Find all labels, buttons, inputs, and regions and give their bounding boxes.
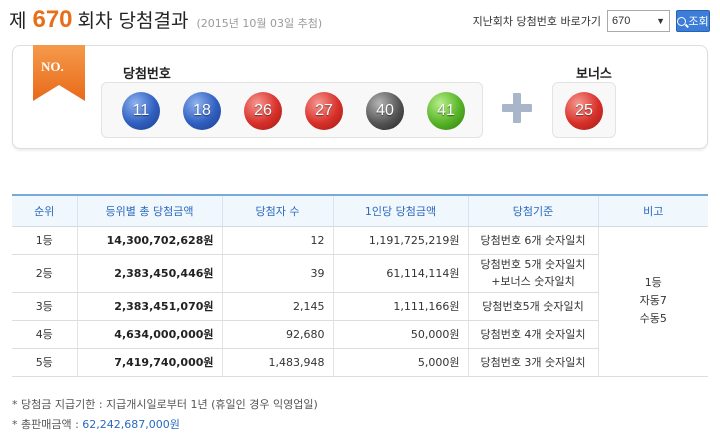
col-header-per-person: 1인당 당첨금액 [332, 194, 468, 227]
winning-numbers-label: 당첨번호 [123, 67, 171, 82]
plus-icon [502, 93, 532, 123]
winning-numbers: 11 18 26 27 40 41 [101, 82, 483, 138]
total-cell: 4,634,000,000원 [76, 320, 222, 349]
number-ball: 18 [183, 92, 221, 130]
criteria-line: +보너스 숫자일치 [491, 275, 575, 288]
table-row: 1등 14,300,702,628원 12 1,191,725,219원 당첨번… [12, 226, 708, 377]
rank-cell: 5등 [12, 348, 77, 377]
per-person-cell: 5,000원 [332, 348, 468, 377]
bonus-ball: 25 [565, 92, 603, 130]
note-cell: 1등 자동7 수동5 [597, 226, 708, 377]
total-sales-note: * 총판매금액 : 62,242,687,000원 [12, 416, 180, 432]
chevron-down-icon: ▼ [656, 16, 665, 26]
table-header-row: 순위 등위별 총 당첨금액 당첨자 수 1인당 당첨금액 당첨기준 비고 [12, 194, 708, 227]
search-button[interactable]: 조회 [676, 10, 710, 32]
round-jump: 지난회차 당첨번호 바로가기 670 ▼ 조회 [473, 10, 710, 32]
col-header-criteria: 당첨기준 [467, 194, 598, 227]
criteria-cell: 당첨번호5개 숫자일치 [467, 292, 598, 321]
col-header-winners: 당첨자 수 [221, 194, 333, 227]
note-line: 수동5 [639, 312, 667, 325]
rank-cell: 2등 [12, 254, 77, 293]
criteria-cell: 당첨번호 3개 숫자일치 [467, 348, 598, 377]
winners-cell: 12 [221, 226, 333, 255]
rank-cell: 3등 [12, 292, 77, 321]
payment-deadline-note: * 당첨금 지급기한 : 지급개시일로부터 1년 (휴일인 경우 익영업일) [12, 398, 318, 411]
criteria-cell: 당첨번호 4개 숫자일치 [467, 320, 598, 349]
draw-date: (2015년 10월 03일 추첨) [196, 17, 323, 30]
criteria-cell: 당첨번호 5개 숫자일치 +보너스 숫자일치 [467, 254, 598, 293]
criteria-line: 당첨번호 5개 숫자일치 [480, 258, 586, 271]
total-cell: 2,383,451,070원 [76, 292, 222, 321]
winners-cell: 1,483,948 [221, 348, 333, 377]
total-cell: 7,419,740,000원 [76, 348, 222, 377]
per-person-cell: 1,191,725,219원 [332, 226, 468, 255]
search-icon [677, 16, 687, 26]
rank-cell: 1등 [12, 226, 77, 255]
round-number: 670 [32, 6, 73, 33]
note-line: 자동7 [639, 294, 667, 307]
total-cell: 2,383,450,446원 [76, 254, 222, 293]
per-person-cell: 1,111,166원 [332, 292, 468, 321]
no-badge-text: NO. [41, 59, 64, 74]
winners-cell: 39 [221, 254, 333, 293]
total-sales-label: * 총판매금액 : [12, 418, 83, 431]
note-line: 1등 [644, 276, 662, 289]
page-header: 제 670 회차 당첨결과 (2015년 10월 03일 추첨) 지난회차 당첨… [0, 0, 720, 44]
search-button-label: 조회 [688, 15, 709, 28]
col-header-rank: 순위 [12, 194, 77, 227]
rank-cell: 4등 [12, 320, 77, 349]
criteria-cell: 당첨번호 6개 숫자일치 [467, 226, 598, 255]
number-ball: 41 [427, 92, 465, 130]
col-header-note: 비고 [597, 194, 708, 227]
number-ball: 40 [366, 92, 404, 130]
per-person-cell: 50,000원 [332, 320, 468, 349]
col-header-total: 등위별 총 당첨금액 [76, 194, 222, 227]
number-ball: 27 [305, 92, 343, 130]
number-ball: 26 [244, 92, 282, 130]
title-prefix: 제 [9, 10, 27, 32]
round-select-value: 670 [612, 15, 631, 27]
title-suffix: 회차 당첨결과 [77, 10, 189, 32]
bonus-number: 25 [552, 82, 616, 138]
total-sales-value: 62,242,687,000원 [82, 418, 180, 431]
total-cell: 14,300,702,628원 [76, 226, 222, 255]
round-select[interactable]: 670 ▼ [607, 10, 670, 32]
winners-cell: 92,680 [221, 320, 333, 349]
result-panel: NO. 당첨번호 보너스 11 18 26 27 40 41 25 [12, 45, 708, 149]
prize-table: 순위 등위별 총 당첨금액 당첨자 수 1인당 당첨금액 당첨기준 비고 1등 … [12, 194, 708, 377]
round-jump-label: 지난회차 당첨번호 바로가기 [472, 15, 601, 28]
per-person-cell: 61,114,114원 [332, 254, 468, 293]
page-title: 제 670 회차 당첨결과 (2015년 10월 03일 추첨) [9, 6, 322, 34]
number-ball: 11 [122, 92, 160, 130]
winners-cell: 2,145 [221, 292, 333, 321]
bonus-label: 보너스 [576, 67, 612, 82]
